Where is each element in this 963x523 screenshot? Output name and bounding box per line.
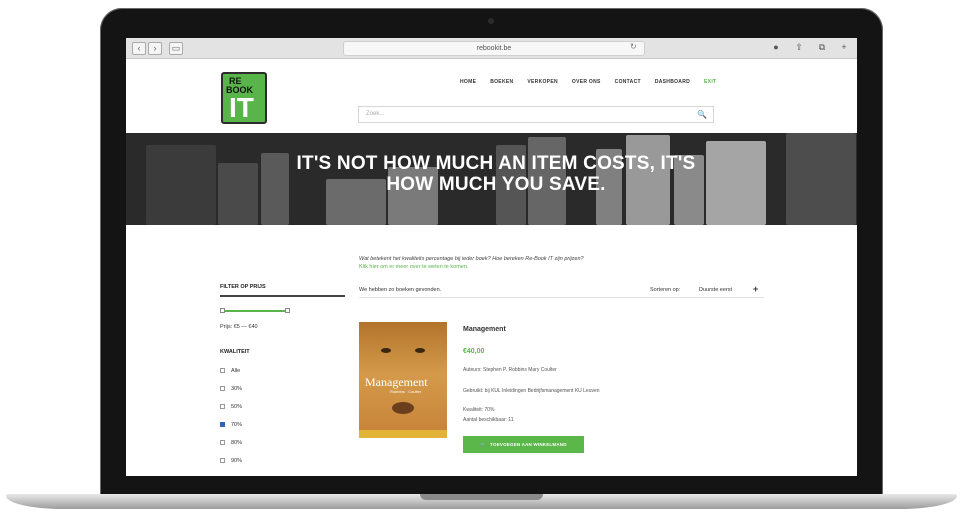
cover-art bbox=[381, 348, 391, 353]
price-slider-min-handle[interactable] bbox=[220, 308, 225, 313]
nav-item-contact[interactable]: CONTACT bbox=[615, 79, 641, 85]
quality-question: Wat betekent het kwaliteits percentage b… bbox=[359, 256, 584, 262]
cover-art bbox=[415, 348, 425, 353]
quality-checkbox[interactable] bbox=[220, 386, 225, 392]
product-quality: Kwaliteit: 70% bbox=[463, 407, 495, 413]
nav-item-home[interactable]: HOME bbox=[460, 79, 476, 85]
quality-option[interactable]: 50% bbox=[220, 404, 242, 410]
nav-item-dashboard[interactable]: DASHBOARD bbox=[655, 79, 690, 85]
product-authors: Auteurs: Stephen P. Robbins Mary Coulter bbox=[463, 367, 557, 373]
quality-option[interactable]: 80% bbox=[220, 440, 242, 446]
cover-band bbox=[359, 430, 447, 438]
back-button[interactable]: ‹ bbox=[132, 42, 146, 55]
price-slider-fill bbox=[222, 310, 288, 312]
quality-checkbox[interactable] bbox=[220, 440, 225, 446]
quality-option[interactable]: Alle bbox=[220, 368, 240, 374]
price-filter-title: FILTER OP PRIJS bbox=[220, 284, 266, 290]
product-course: Gebruikt: bij KUL Inleidingen Bedrijfsma… bbox=[463, 388, 600, 394]
quality-checkbox[interactable] bbox=[220, 458, 225, 464]
search-icon[interactable]: 🔍 bbox=[697, 110, 707, 119]
quality-option-label: 80% bbox=[231, 440, 243, 446]
add-to-cart-button[interactable]: 🛒 TOEVOEGEN AAN WINKELMAND bbox=[463, 436, 584, 453]
divider bbox=[220, 295, 345, 297]
product-stock: Aantal beschikbaar: 11 bbox=[463, 417, 514, 423]
cart-icon: 🛒 bbox=[480, 442, 487, 447]
tabs-icon[interactable]: ⧉ bbox=[816, 42, 828, 53]
main-navigation: HOME BOEKEN VERKOPEN OVER ONS CONTACT DA… bbox=[460, 79, 716, 85]
sort-select[interactable]: Duurste eerst bbox=[699, 287, 732, 293]
quality-info-link[interactable]: Klik hier om er meer over te weten te ko… bbox=[359, 264, 468, 270]
nav-item-exit[interactable]: EXIT bbox=[704, 79, 716, 85]
book-cover-image[interactable]: Management Robbins · Coulter bbox=[359, 322, 447, 438]
cover-subtitle: Robbins · Coulter bbox=[390, 389, 422, 394]
camera-dot bbox=[488, 18, 494, 24]
browser-toolbar: ‹ › ▭ rebookit.be ↻ ● ⇧ ⧉ + bbox=[126, 38, 857, 59]
quality-filter-title: KWALITEIT bbox=[220, 349, 250, 355]
sidebar-toggle-icon[interactable]: ▭ bbox=[169, 42, 183, 55]
forward-button[interactable]: › bbox=[148, 42, 162, 55]
search-placeholder: Zoek... bbox=[366, 111, 385, 117]
cover-art bbox=[392, 402, 414, 414]
quality-option-label: 50% bbox=[231, 404, 243, 410]
nav-item-verkopen[interactable]: VERKOPEN bbox=[527, 79, 557, 85]
nav-item-boeken[interactable]: BOEKEN bbox=[490, 79, 513, 85]
add-to-cart-label: TOEVOEGEN AAN WINKELMAND bbox=[490, 442, 567, 447]
share-icon[interactable]: ⇧ bbox=[793, 42, 805, 53]
quality-option-label: 90% bbox=[231, 458, 243, 464]
price-slider-max-handle[interactable] bbox=[285, 308, 290, 313]
rebookit-logo[interactable]: RE BOOK IT bbox=[221, 72, 267, 124]
cover-title: Management bbox=[365, 375, 428, 389]
nav-item-over-ons[interactable]: OVER ONS bbox=[572, 79, 601, 85]
hero-title-line2: HOW MUCH YOU SAVE. bbox=[386, 174, 606, 195]
divider bbox=[359, 297, 764, 298]
quality-option[interactable]: 30% bbox=[220, 386, 242, 392]
reload-icon[interactable]: ↻ bbox=[630, 42, 637, 51]
quality-option[interactable]: 70% bbox=[220, 422, 242, 428]
quality-option-label: 30% bbox=[231, 386, 243, 392]
download-icon[interactable]: ● bbox=[770, 42, 782, 53]
hero-banner: IT'S NOT HOW MUCH AN ITEM COSTS, IT'S HO… bbox=[126, 133, 857, 225]
quality-checkbox[interactable] bbox=[220, 404, 225, 410]
hero-book bbox=[786, 133, 856, 225]
results-count: We hebben zo boeken gevonden. bbox=[359, 287, 442, 293]
address-bar[interactable]: rebookit.be bbox=[343, 41, 645, 56]
search-input[interactable]: Zoek... 🔍 bbox=[358, 106, 714, 123]
hero-book bbox=[146, 145, 216, 225]
quality-option-label: Alle bbox=[231, 368, 241, 374]
hero-title-line1: IT'S NOT HOW MUCH AN ITEM COSTS, IT'S bbox=[296, 153, 696, 174]
screen: ‹ › ▭ rebookit.be ↻ ● ⇧ ⧉ + RE BOOK IT H… bbox=[126, 38, 857, 476]
quality-option[interactable]: 90% bbox=[220, 458, 242, 464]
sort-toggle-icon[interactable]: + bbox=[753, 284, 758, 294]
sort-label: Sorteren op: bbox=[650, 287, 681, 293]
laptop-notch bbox=[420, 494, 543, 500]
quality-checkbox[interactable] bbox=[220, 368, 225, 374]
hero-title: IT'S NOT HOW MUCH AN ITEM COSTS, IT'S HO… bbox=[216, 153, 776, 195]
quality-checkbox[interactable] bbox=[220, 422, 225, 428]
quality-option-label: 70% bbox=[231, 422, 243, 428]
price-range-label: Prijs: €5 — €40 bbox=[220, 324, 258, 330]
add-tab-icon[interactable]: + bbox=[838, 42, 850, 53]
price-slider[interactable] bbox=[220, 308, 290, 313]
product-price: €40,00 bbox=[463, 348, 485, 355]
product-title[interactable]: Management bbox=[463, 326, 506, 333]
logo-text-it: IT bbox=[229, 92, 254, 123]
